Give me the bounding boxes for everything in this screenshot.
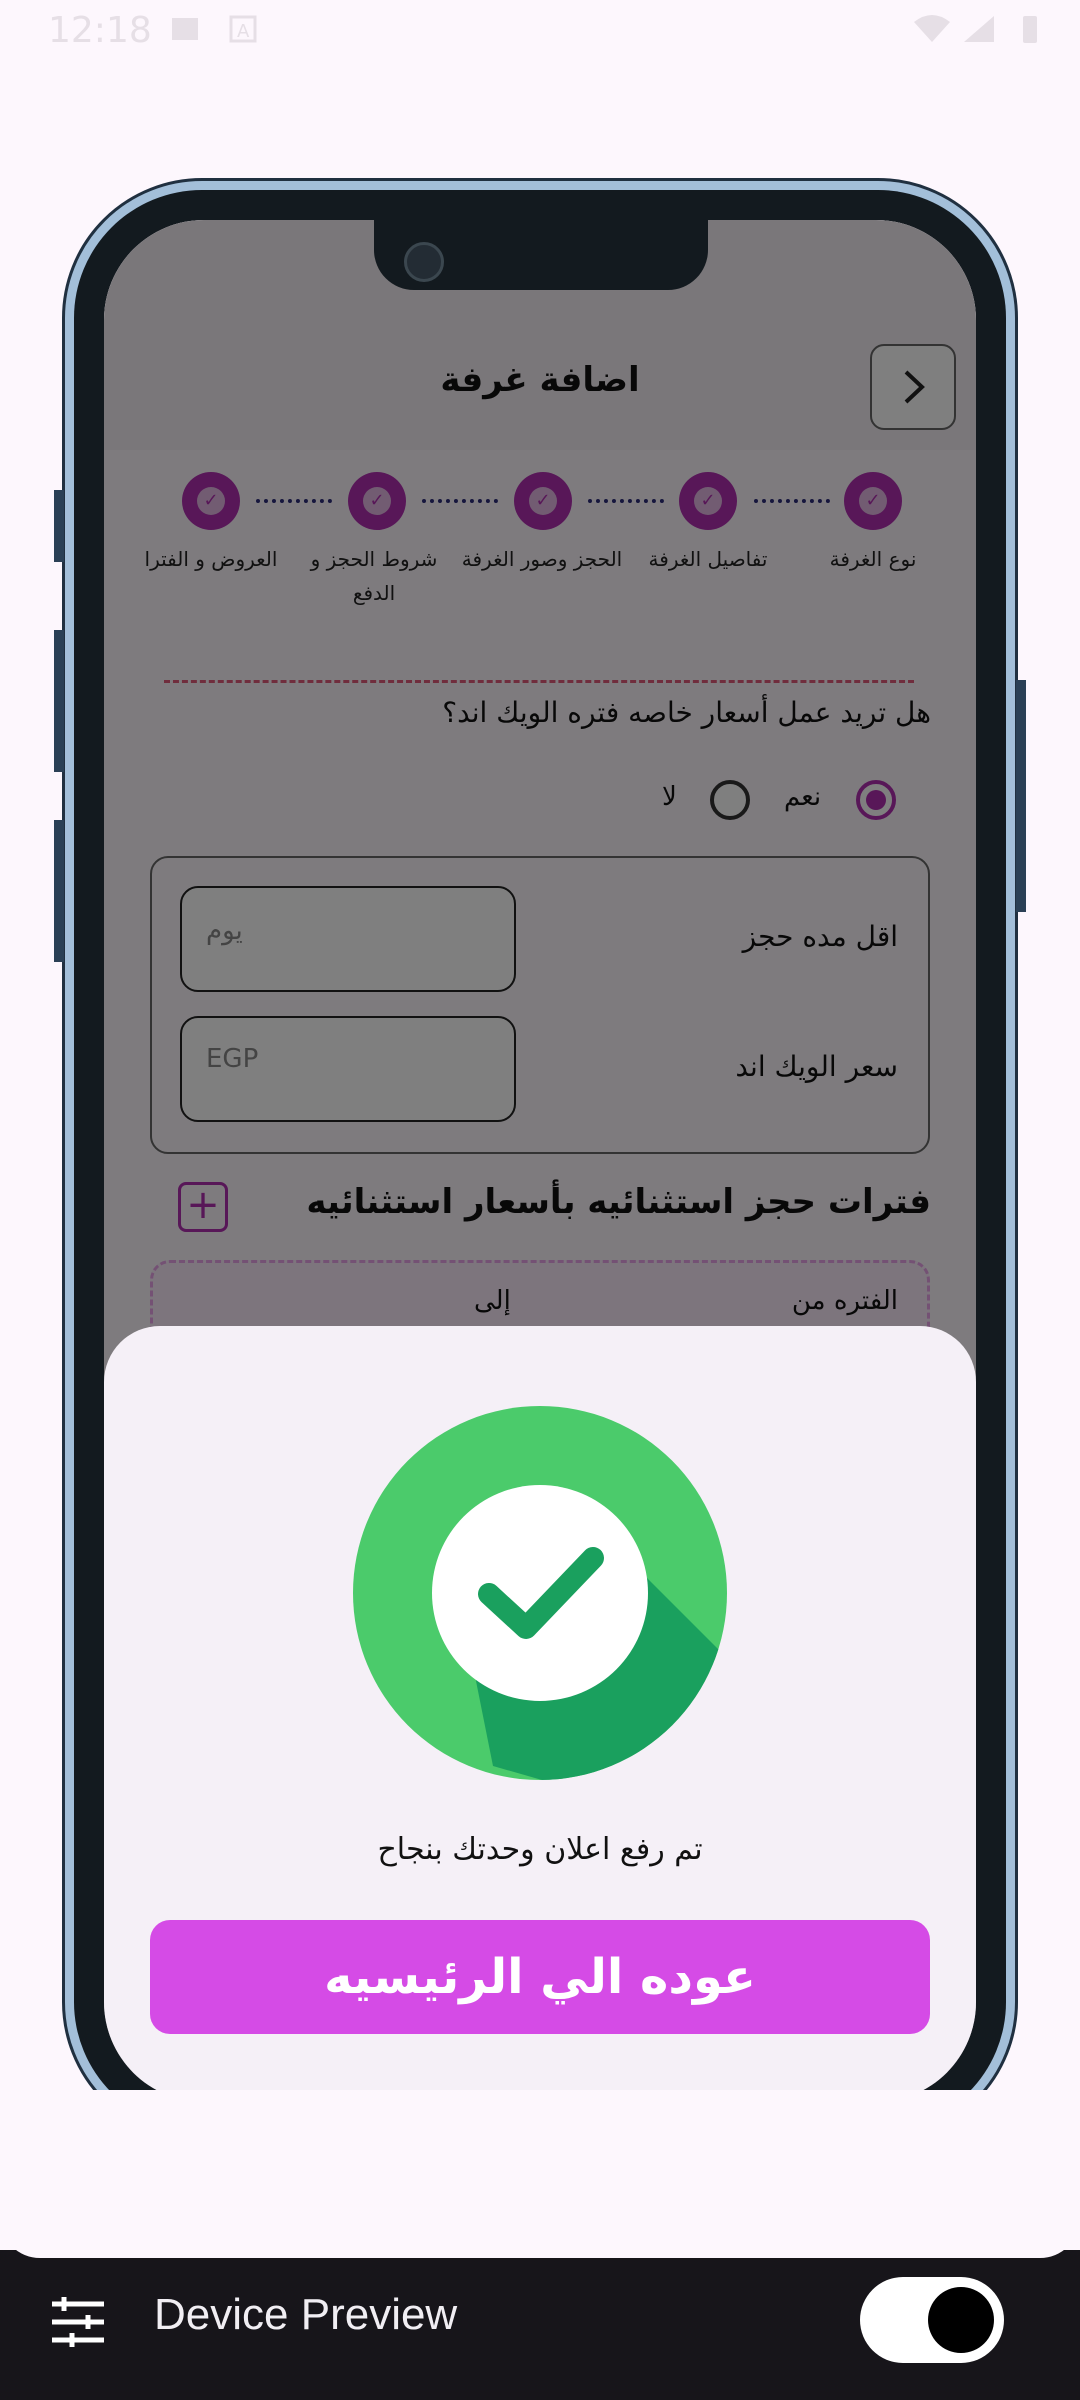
- power-button: [1016, 680, 1026, 912]
- camera-icon: [404, 242, 444, 282]
- wifi-icon: [914, 15, 950, 42]
- toggle-knob: [928, 2287, 994, 2353]
- phone-screen: اضافة غرفة ✓ ✓ ✓ ✓ ✓ نوع الغرفة تفاصيل ا…: [104, 220, 976, 2102]
- volume-down-button: [54, 820, 64, 962]
- battery-icon: [1023, 16, 1037, 43]
- tune-icon[interactable]: [50, 2296, 106, 2348]
- svg-text:A: A: [237, 21, 250, 42]
- device-preview-toggle[interactable]: [860, 2277, 1004, 2363]
- image-icon: [172, 18, 198, 40]
- signal-icon: [964, 16, 994, 42]
- mute-switch: [54, 490, 64, 562]
- device-preview-label: Device Preview: [154, 2290, 458, 2339]
- back-home-button[interactable]: عوده الي الرئيسيه: [150, 1920, 930, 2034]
- status-time: 12:18: [48, 10, 152, 51]
- success-check-icon: [353, 1406, 727, 1780]
- volume-up-button: [54, 630, 64, 772]
- preview-canvas-edge: [0, 2090, 1080, 2258]
- status-bar: 12:18 A: [0, 0, 1080, 64]
- success-message: تم رفع اعلان وحدتك بنجاح: [377, 1832, 703, 1867]
- font-icon: A: [229, 15, 257, 43]
